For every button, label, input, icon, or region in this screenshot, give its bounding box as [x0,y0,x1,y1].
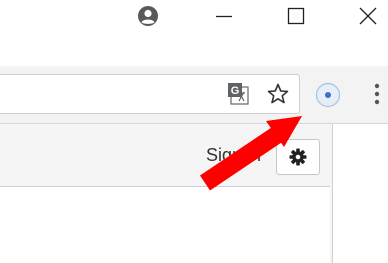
extension-icon[interactable] [313,81,343,109]
address-bar[interactable] [0,74,300,114]
settings-button[interactable] [276,139,320,175]
minimize-icon[interactable] [204,4,244,28]
svg-text:G: G [231,85,240,97]
sign-in-link[interactable]: Sign in [206,145,261,166]
gear-icon [289,148,307,166]
translate-icon[interactable]: G [226,80,254,108]
maximize-icon[interactable] [276,4,316,28]
bookmark-star-icon[interactable] [264,80,292,108]
menu-icon[interactable] [366,80,388,108]
close-icon[interactable] [348,4,388,28]
browser-toolbar: G [0,66,388,124]
account-icon[interactable] [136,4,160,28]
window-titlebar [0,0,388,66]
page-body [0,187,330,263]
